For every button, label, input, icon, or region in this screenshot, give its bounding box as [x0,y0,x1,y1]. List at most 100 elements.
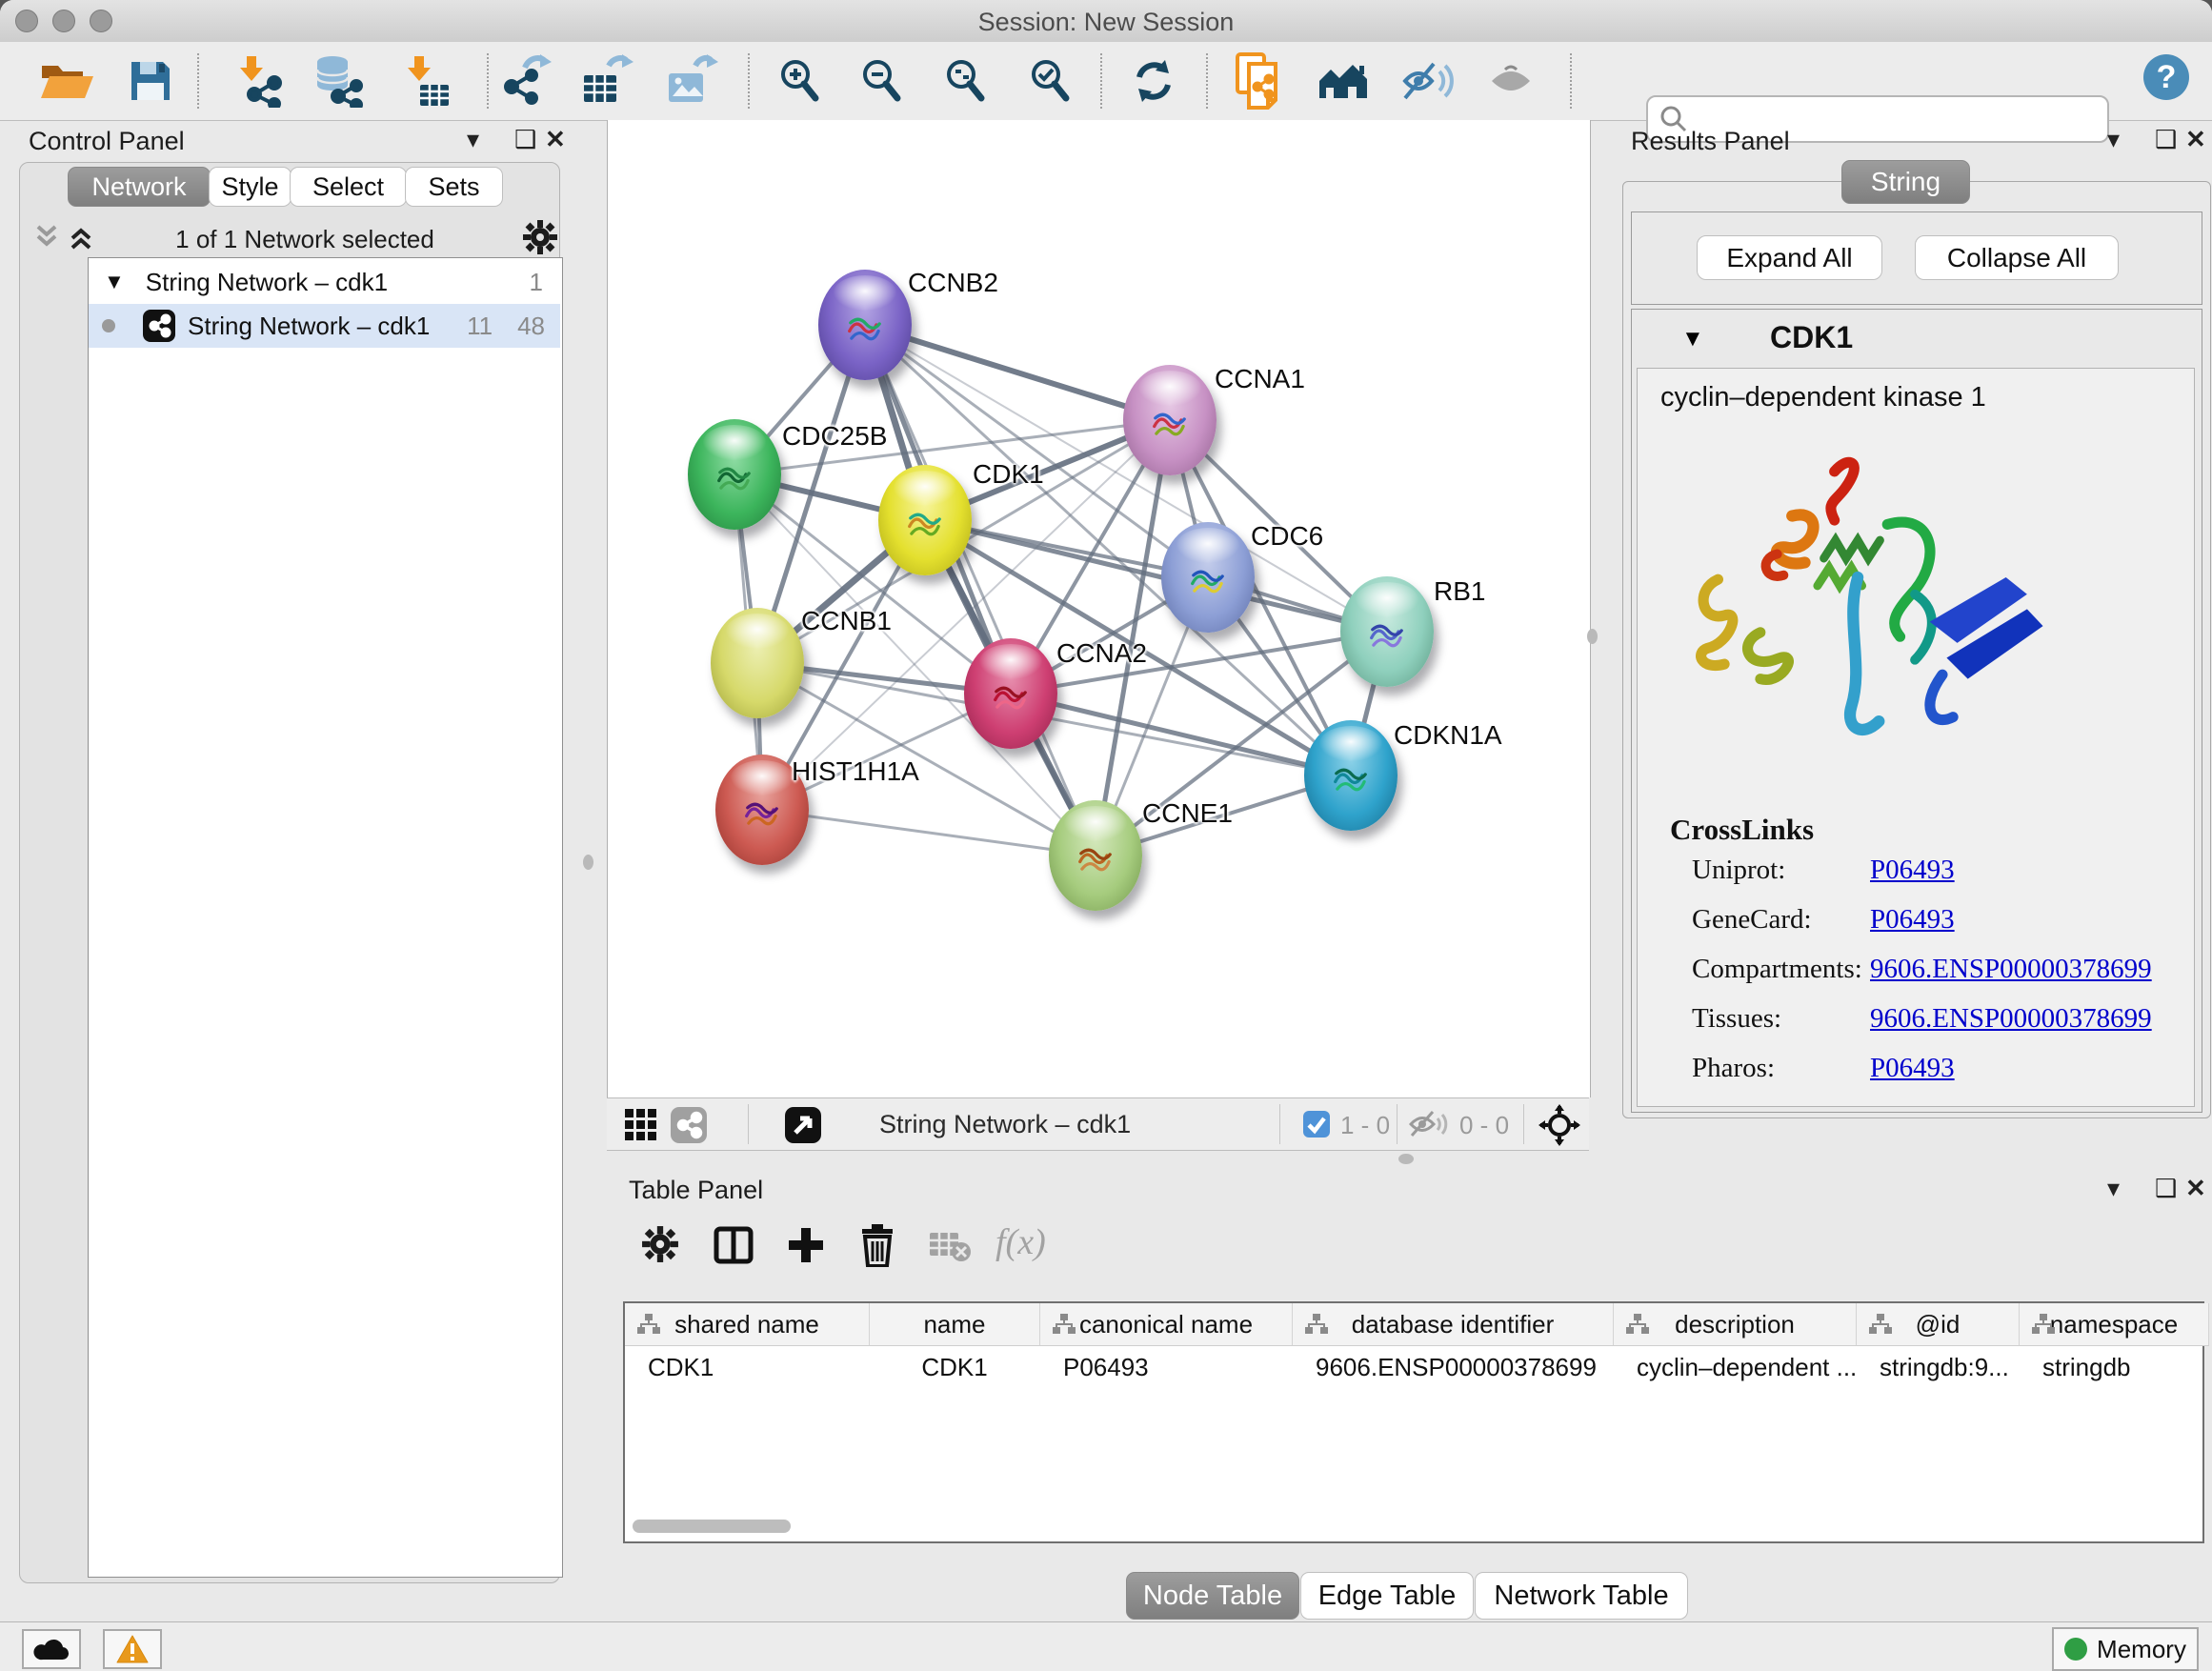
network-edge[interactable] [762,810,1096,856]
table-panel-close-icon[interactable]: ✕ [2185,1176,2206,1200]
save-session-icon[interactable] [120,51,181,111]
tree-expander-icon[interactable]: ▼ [104,270,125,294]
network-node-CCNB2[interactable] [818,270,912,380]
column-header-canonical-name[interactable]: canonical name [1040,1303,1293,1346]
network-node-CDKN1A[interactable] [1304,720,1398,831]
memory-button[interactable]: Memory [2052,1627,2199,1671]
tab-node-table[interactable]: Node Table [1126,1572,1299,1620]
results-panel-close-icon[interactable]: ✕ [2185,127,2206,151]
network-node-CDC25B[interactable] [688,419,781,530]
column-header-@id[interactable]: @id [1857,1303,2020,1346]
import-table-icon[interactable] [395,51,456,111]
expand-all-networks-icon[interactable] [67,223,95,256]
tab-network[interactable]: Network [68,167,211,207]
network-tree-row-selected[interactable]: String Network – cdk1 11 48 [89,304,560,348]
delete-column-icon[interactable] [858,1223,896,1272]
splitter-handle[interactable] [1587,629,1598,644]
hidden-eye-slash-icon[interactable] [1409,1110,1449,1143]
tab-edge-table[interactable]: Edge Table [1300,1572,1474,1620]
table-cell[interactable]: CDK1 [870,1346,1039,1388]
current-network-bullet-icon [102,319,115,332]
column-header-shared-name[interactable]: shared name [625,1303,870,1346]
refresh-layout-icon[interactable] [1123,51,1184,111]
eye-disabled-icon[interactable] [1480,51,1541,111]
expand-all-button[interactable]: Expand All [1697,235,1882,280]
tab-style[interactable]: Style [209,167,292,207]
network-view-share-icon[interactable] [670,1106,708,1149]
selected-checkbox-icon[interactable] [1302,1110,1331,1143]
results-panel-collapse-icon[interactable]: ▾ [2107,127,2120,151]
crosslink-value-link[interactable]: P06493 [1870,904,1955,936]
horizontal-scrollbar[interactable] [633,1520,791,1533]
tab-string[interactable]: String [1841,160,1970,204]
network-node-CCNA1[interactable] [1123,365,1217,475]
table-cell[interactable]: P06493 [1040,1346,1292,1388]
column-header-name[interactable]: name [870,1303,1040,1346]
network-node-CDC6[interactable] [1161,522,1255,633]
table-cell[interactable]: cyclin–dependent ... [1614,1346,1856,1388]
zoom-selected-icon[interactable] [1020,51,1081,111]
tab-network-table[interactable]: Network Table [1475,1572,1688,1620]
export-network-icon[interactable] [494,51,555,111]
node-count: 11 [467,312,493,341]
collapse-all-button[interactable]: Collapse All [1915,235,2119,280]
control-panel-close-icon[interactable]: ✕ [545,127,566,151]
splitter-handle[interactable] [583,855,593,870]
network-node-CCNB1[interactable] [711,608,804,718]
crosslink-value-link[interactable]: 9606.ENSP00000378699 [1870,954,2152,985]
crosslink-value-link[interactable]: P06493 [1870,1053,1955,1084]
cloud-button[interactable] [22,1629,81,1669]
export-image-icon[interactable] [661,51,722,111]
protein-expander-icon[interactable]: ▼ [1681,326,1704,352]
tab-select[interactable]: Select [290,167,407,207]
import-network-icon[interactable] [228,51,289,111]
grid-view-icon[interactable] [624,1108,658,1147]
control-panel-float-icon[interactable]: ❑ [514,127,536,151]
protein-ribbon-icon [711,453,758,495]
help-icon[interactable]: ? [2136,48,2197,107]
zoom-out-icon[interactable] [852,51,913,111]
network-canvas[interactable]: CCNB2CCNA1CDC25BCDK1CDC6RB1CCNB1CCNA2CDK… [607,120,1591,1097]
add-column-icon[interactable] [786,1225,826,1270]
fit-selected-crosshair-icon[interactable] [1538,1104,1580,1151]
network-node-CCNA2[interactable] [964,638,1057,749]
open-session-icon[interactable] [36,51,97,111]
crosslink-value-link[interactable]: 9606.ENSP00000378699 [1870,1003,2152,1035]
network-tree-root-row[interactable]: ▼ String Network – cdk1 1 [89,260,560,304]
table-gear-icon[interactable] [641,1225,679,1268]
column-header-label: namespace [2050,1310,2178,1339]
table-cell[interactable]: CDK1 [625,1346,869,1388]
zoom-fit-icon[interactable] [935,51,996,111]
tab-sets[interactable]: Sets [405,167,503,207]
protein-ribbon-icon [901,499,949,541]
zoom-in-icon[interactable] [770,51,831,111]
crosslink-value-link[interactable]: P06493 [1870,855,1955,886]
houses-icon[interactable] [1314,51,1375,111]
column-header-database-identifier[interactable]: database identifier [1293,1303,1614,1346]
table-panel-float-icon[interactable]: ❑ [2155,1176,2177,1200]
function-builder-icon[interactable]: f(x) [995,1221,1046,1263]
table-panel-collapse-icon[interactable]: ▾ [2107,1176,2120,1200]
network-node-CCNE1[interactable] [1049,800,1142,911]
results-panel-float-icon[interactable]: ❑ [2155,127,2177,151]
warning-button[interactable] [103,1629,162,1669]
table-cell[interactable]: stringdb:9... [1857,1346,2019,1388]
export-table-icon[interactable] [576,51,637,111]
column-header-namespace[interactable]: namespace [2020,1303,2209,1346]
collapse-all-networks-icon[interactable] [32,223,61,256]
node-table[interactable]: shared namenamecanonical namedatabase id… [623,1301,2204,1543]
control-panel-collapse-icon[interactable]: ▾ [467,127,479,151]
network-node-CDK1[interactable] [878,465,972,575]
table-cell[interactable]: 9606.ENSP00000378699 [1293,1346,1613,1388]
protein-structure-image [1676,449,2057,801]
import-database-icon[interactable] [308,51,369,111]
columns-icon[interactable] [714,1225,754,1270]
table-cell[interactable]: stringdb [2020,1346,2208,1388]
network-node-RB1[interactable] [1340,576,1434,687]
open-in-new-icon[interactable] [784,1106,822,1149]
column-header-description[interactable]: description [1614,1303,1857,1346]
delete-table-icon[interactable] [929,1229,971,1268]
string-docs-icon[interactable] [1229,51,1290,111]
network-options-gear-icon[interactable] [522,219,558,260]
eye-slash-icon[interactable] [1398,51,1458,111]
